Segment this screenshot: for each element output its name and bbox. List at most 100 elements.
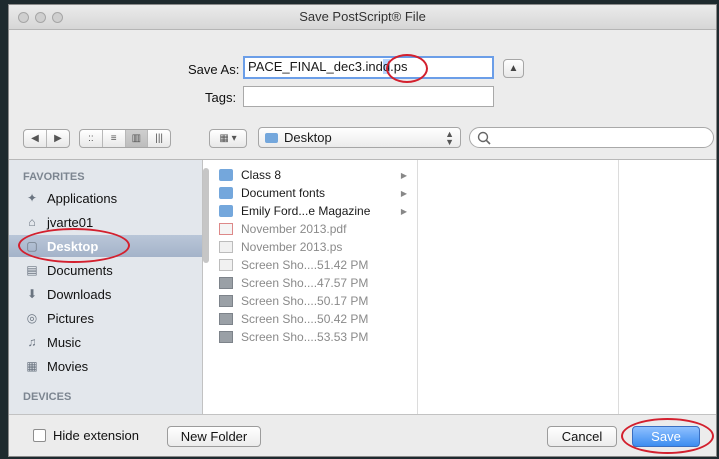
icon-view-button[interactable]: ::	[80, 130, 103, 147]
doc-file-icon	[219, 241, 233, 253]
disclosure-chevron-icon: ▶	[400, 170, 407, 180]
sidebar-item-label: Movies	[47, 358, 89, 374]
file-list-item[interactable]: Screen Sho....51.42 PM	[209, 256, 417, 274]
search-icon	[477, 131, 491, 145]
folder-file-icon	[219, 169, 233, 181]
icon-view-icon: ::	[88, 133, 94, 144]
list-view-button[interactable]: ≡	[103, 130, 126, 147]
title-bar: Save PostScript® File	[9, 5, 716, 30]
sidebar-item-label: Pictures	[47, 310, 94, 326]
sidebar-item-label: Applications	[47, 190, 118, 206]
file-name: Document fonts	[241, 186, 326, 200]
music-icon: ♫	[27, 335, 37, 349]
back-arrow-icon: ◀	[31, 133, 39, 144]
shot-file-icon	[219, 277, 233, 289]
hide-extension-checkbox[interactable]	[33, 429, 46, 442]
updown-chevron-icon: ▲ ▼	[445, 129, 454, 147]
view-mode-control: :: ≡ ▥ |||	[79, 129, 171, 148]
file-name: November 2013.pdf	[241, 222, 347, 236]
location-value: Desktop	[284, 130, 332, 145]
arrange-menu-button[interactable]: ▦ ▾	[210, 130, 246, 147]
disclosure-chevron-icon: ▶	[400, 206, 407, 216]
save-button[interactable]: Save	[632, 426, 700, 447]
tags-label: Tags:	[205, 90, 237, 105]
list-view-icon: ≡	[110, 133, 117, 144]
file-list-item[interactable]: Screen Sho....47.57 PM	[209, 274, 417, 292]
file-list-item[interactable]: Class 8 ▶	[209, 166, 417, 184]
sidebar-item-applications[interactable]: ✦ Applications	[9, 187, 202, 209]
file-name: Emily Ford...e Magazine	[241, 204, 371, 218]
disclosure-chevron-icon: ▶	[400, 188, 407, 198]
file-name: Screen Sho....50.42 PM	[241, 312, 369, 326]
pictures-icon: ◎	[26, 311, 38, 325]
sidebar-item-pictures[interactable]: ◎ Pictures	[9, 307, 202, 329]
back-button[interactable]: ◀	[24, 130, 47, 147]
desktop-icon: ▢	[26, 239, 38, 253]
downloads-icon: ⬇	[26, 287, 38, 301]
pdf-file-icon	[219, 223, 233, 235]
shot-file-icon	[219, 331, 233, 343]
folder-file-icon	[219, 187, 233, 199]
file-name: Screen Sho....47.57 PM	[241, 276, 369, 290]
devices-heading: DEVICES	[23, 391, 72, 403]
sidebar-item-label: Documents	[47, 262, 113, 278]
file-name: Screen Sho....51.42 PM	[241, 258, 369, 272]
save-dialog: Save PostScript® File Save As: PACE_FINA…	[8, 4, 717, 457]
shot-file-icon	[219, 295, 233, 307]
file-name: Screen Sho....50.17 PM	[241, 294, 369, 308]
sidebar-item-jvarte01[interactable]: ⌂ jvarte01	[9, 211, 202, 233]
file-list-item[interactable]: Document fonts ▶	[209, 184, 417, 202]
sidebar-item-label: jvarte01	[47, 214, 94, 230]
search-input[interactable]	[469, 127, 714, 148]
window-title: Save PostScript® File	[299, 9, 426, 24]
chevron-up-icon: ▲	[508, 63, 519, 74]
filename-field[interactable]: PACE_FINAL_dec3.indd.ps	[243, 56, 494, 79]
file-list-item[interactable]: Screen Sho....53.53 PM	[209, 328, 417, 346]
sidebar-item-label: Music	[47, 334, 81, 350]
expand-dialog-button[interactable]: ▲	[503, 59, 524, 78]
column-view-icon: ▥	[131, 133, 142, 144]
dialog-footer: Hide extension New Folder Cancel Save	[9, 414, 716, 456]
file-list-item[interactable]: November 2013.pdf	[209, 220, 417, 238]
hide-extension-label: Hide extension	[53, 428, 139, 443]
sidebar-item-desktop[interactable]: ▢ Desktop	[9, 235, 202, 257]
tags-field[interactable]	[243, 86, 494, 107]
file-name: November 2013.ps	[241, 240, 343, 254]
file-name: Class 8	[241, 168, 282, 182]
forward-button[interactable]: ▶	[47, 130, 69, 147]
sidebar: FAVORITES DEVICES ▭ ✦Applications⌂jvarte…	[9, 160, 203, 415]
coverflow-view-icon: |||	[155, 133, 164, 144]
empty-column	[418, 160, 619, 415]
sidebar-item-documents[interactable]: ▤ Documents	[9, 259, 202, 281]
arrange-control: ▦ ▾	[209, 129, 247, 148]
movies-icon: ▦	[26, 359, 38, 373]
file-list-item[interactable]: November 2013.ps	[209, 238, 417, 256]
documents-icon: ▤	[26, 263, 38, 277]
sidebar-item-movies[interactable]: ▦ Movies	[9, 355, 202, 377]
sidebar-item-label: Downloads	[47, 286, 112, 302]
folder-file-icon	[219, 205, 233, 217]
applications-icon: ✦	[26, 191, 38, 205]
file-list-item[interactable]: Screen Sho....50.17 PM	[209, 292, 417, 310]
coverflow-view-button[interactable]: |||	[148, 130, 170, 147]
location-popup[interactable]: Desktop ▲ ▼	[258, 127, 461, 148]
column-view-button[interactable]: ▥	[125, 130, 149, 147]
arrange-icon: ▦ ▾	[219, 133, 237, 144]
filename-suffix: .ps	[390, 59, 408, 74]
filename-prefix: PACE_FINAL_dec3.ind	[248, 59, 383, 74]
shot-file-icon	[219, 313, 233, 325]
forward-arrow-icon: ▶	[54, 133, 62, 144]
new-folder-button[interactable]: New Folder	[167, 426, 261, 447]
sidebar-item-downloads[interactable]: ⬇ Downloads	[9, 283, 202, 305]
file-name: Screen Sho....53.53 PM	[241, 330, 369, 344]
file-list-item[interactable]: Emily Ford...e Magazine ▶	[209, 202, 417, 220]
file-column: Class 8 ▶ Document fonts ▶ Emily Ford...e Ma…	[209, 160, 418, 415]
sidebar-item-label: Desktop	[47, 238, 99, 254]
sidebar-item-music[interactable]: ♫ Music	[9, 331, 202, 353]
back-forward-control: ◀ ▶	[23, 129, 70, 148]
doc-file-icon	[219, 259, 233, 271]
cancel-button[interactable]: Cancel	[547, 426, 617, 447]
save-as-label: Save As:	[188, 62, 240, 77]
jvarte01-icon: ⌂	[28, 215, 36, 229]
file-list-item[interactable]: Screen Sho....50.42 PM	[209, 310, 417, 328]
